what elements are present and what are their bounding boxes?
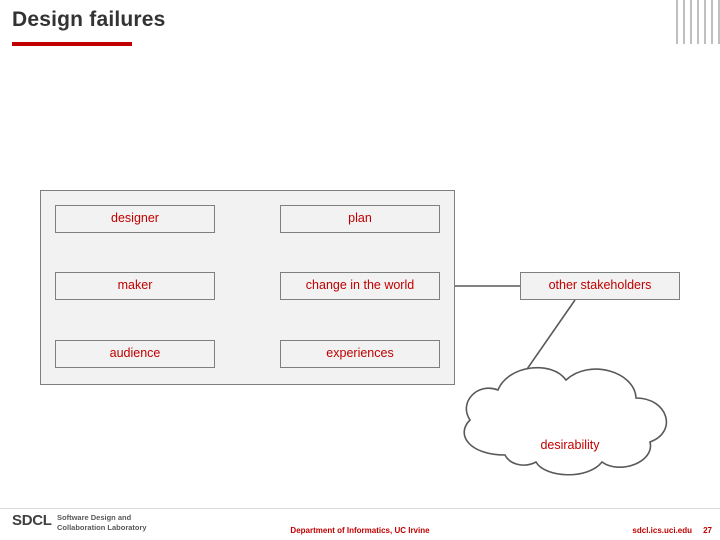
footer-url: sdcl.ics.uci.edu [632,526,692,535]
footer-department: Department of Informatics, UC Irvine [290,526,430,535]
footer-page-number: 27 [703,526,712,535]
node-other-stakeholders[interactable]: other stakeholders [520,272,680,300]
node-change-in-the-world[interactable]: change in the world [280,272,440,300]
cloud-shape [463,366,668,476]
decorative-bars [674,0,720,46]
footer-lab-line1: Software Design and [57,513,132,522]
node-plan-label: plan [348,211,372,226]
footer-divider [0,508,720,509]
node-maker[interactable]: maker [55,272,215,300]
node-plan[interactable]: plan [280,205,440,233]
design-failures-diagram: designer maker audience plan change in t… [0,150,720,500]
node-designer[interactable]: designer [55,205,215,233]
node-experiences-label: experiences [326,346,394,361]
node-change-in-the-world-label: change in the world [305,278,415,293]
node-maker-label: maker [117,278,153,293]
page-title: Design failures [12,8,166,31]
title-underline-rule [12,42,132,46]
node-audience[interactable]: audience [55,340,215,368]
node-audience-label: audience [109,346,161,361]
cloud-desirability-label: desirability [540,438,600,452]
node-experiences[interactable]: experiences [280,340,440,368]
node-designer-label: designer [111,211,159,226]
node-other-stakeholders-label: other stakeholders [548,278,652,293]
